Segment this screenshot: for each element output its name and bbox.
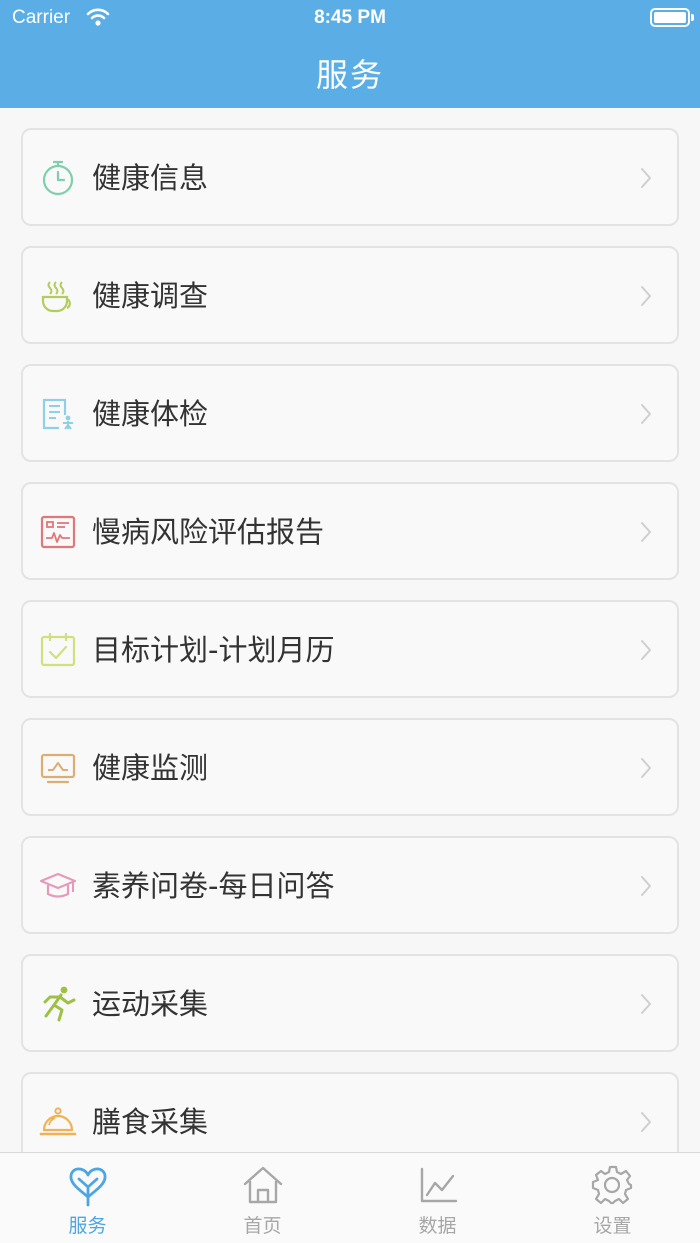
page-title: 服务 — [315, 56, 384, 94]
calendar-check-icon — [39, 631, 77, 669]
tab-label: 首页 — [243, 1215, 282, 1237]
clock-time: 8:45 PM — [314, 7, 386, 28]
gear-icon — [591, 1163, 635, 1207]
tab-label: 数据 — [418, 1215, 457, 1237]
stopwatch-icon — [39, 159, 77, 197]
tab-home[interactable]: 首页 — [175, 1153, 350, 1243]
navigation-header: Carrier 8:45 PM 服务 — [0, 0, 700, 108]
food-cloche-icon — [39, 1103, 77, 1141]
service-list[interactable]: 健康信息 健康调查 健康体检 慢病风险评估报告 目标计划-计划月历 健康监测 素… — [0, 108, 700, 1152]
monitor-screen-icon — [39, 749, 77, 787]
heart-service-icon — [66, 1163, 110, 1207]
service-item-label: 健康调查 — [92, 279, 209, 313]
service-item-health-monitoring[interactable]: 健康监测 — [21, 718, 679, 816]
coffee-cup-icon — [39, 277, 77, 315]
heart-monitor-report-icon — [39, 513, 77, 551]
chevron-right-icon — [639, 1110, 653, 1134]
chevron-right-icon — [639, 402, 653, 426]
service-item-label: 素养问卷-每日问答 — [92, 869, 335, 903]
line-chart-icon — [416, 1163, 460, 1207]
service-item-literacy-quiz[interactable]: 素养问卷-每日问答 — [21, 836, 679, 934]
chevron-right-icon — [639, 992, 653, 1016]
chevron-right-icon — [639, 874, 653, 898]
tab-data[interactable]: 数据 — [350, 1153, 525, 1243]
battery-icon — [650, 8, 694, 27]
checkup-document-icon — [39, 395, 77, 433]
service-item-label: 健康信息 — [92, 161, 209, 195]
chevron-right-icon — [639, 638, 653, 662]
service-item-chronic-risk-report[interactable]: 慢病风险评估报告 — [21, 482, 679, 580]
tab-label: 服务 — [68, 1215, 107, 1237]
service-item-label: 健康体检 — [92, 397, 209, 431]
chevron-right-icon — [639, 166, 653, 190]
chevron-right-icon — [639, 520, 653, 544]
service-item-health-info[interactable]: 健康信息 — [21, 128, 679, 226]
service-item-health-checkup[interactable]: 健康体检 — [21, 364, 679, 462]
service-item-goal-plan-calendar[interactable]: 目标计划-计划月历 — [21, 600, 679, 698]
service-item-label: 运动采集 — [92, 987, 209, 1021]
tab-label: 设置 — [593, 1215, 632, 1237]
service-item-health-survey[interactable]: 健康调查 — [21, 246, 679, 344]
chevron-right-icon — [639, 756, 653, 780]
graduation-cap-icon — [39, 867, 77, 905]
service-item-label: 健康监测 — [92, 751, 209, 785]
chevron-right-icon — [639, 284, 653, 308]
running-person-icon — [39, 985, 77, 1023]
bottom-tab-bar: 服务 首页 数据 设置 — [0, 1152, 700, 1243]
tab-service[interactable]: 服务 — [0, 1153, 175, 1243]
service-item-label: 慢病风险评估报告 — [92, 515, 325, 549]
service-item-exercise-collection[interactable]: 运动采集 — [21, 954, 679, 1052]
tab-settings[interactable]: 设置 — [525, 1153, 700, 1243]
service-item-diet-collection[interactable]: 膳食采集 — [21, 1072, 679, 1152]
service-item-label: 膳食采集 — [92, 1105, 209, 1139]
home-icon — [241, 1163, 285, 1207]
status-bar: Carrier 8:45 PM — [0, 0, 700, 36]
service-item-label: 目标计划-计划月历 — [92, 633, 335, 667]
